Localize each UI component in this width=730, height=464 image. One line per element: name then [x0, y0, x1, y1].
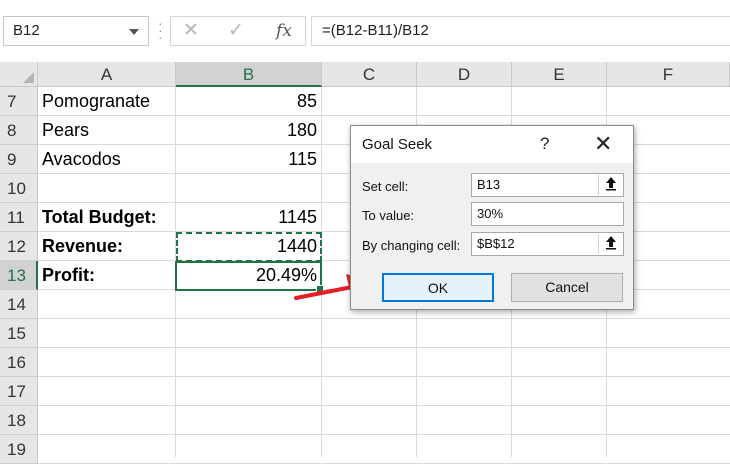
row-header-9[interactable]: 9	[0, 145, 38, 174]
goal-seek-dialog: Goal Seek ? ✕ Set cell: B13 To value: 30…	[350, 125, 634, 310]
cell-a11[interactable]: Total Budget:	[38, 203, 180, 232]
formula-input[interactable]: =(B12-B11)/B12	[311, 16, 730, 46]
cell-b16[interactable]	[176, 348, 322, 377]
name-box-value: B12	[13, 22, 40, 39]
help-icon[interactable]: ?	[540, 134, 549, 154]
to-value-input[interactable]: 30%	[471, 202, 624, 226]
dialog-title: Goal Seek	[362, 136, 433, 153]
cell-a18[interactable]	[38, 406, 180, 435]
row-header-10[interactable]: 10	[0, 174, 38, 203]
to-value-label: To value:	[362, 208, 415, 223]
cell-b19[interactable]	[176, 435, 322, 464]
cell-a15[interactable]	[38, 319, 180, 348]
formula-bar: B12 · · · ✕ ✓ fx =(B12-B11)/B12	[0, 0, 730, 63]
set-cell-collapse-icon[interactable]	[598, 175, 622, 195]
row-header-15[interactable]: 15	[0, 319, 38, 348]
row-header-17[interactable]: 17	[0, 377, 38, 406]
column-header-c[interactable]: C	[322, 62, 417, 87]
cell-b9[interactable]: 115	[176, 145, 322, 174]
row-header-16[interactable]: 16	[0, 348, 38, 377]
cell-a14[interactable]	[38, 290, 180, 319]
cell-a8[interactable]: Pears	[38, 116, 180, 145]
cell-b15[interactable]	[176, 319, 322, 348]
cell-a10[interactable]	[38, 174, 180, 203]
row-header-19[interactable]: 19	[0, 435, 38, 464]
copy-marquee-b12	[176, 232, 322, 262]
changing-cell-value: $B$12	[477, 236, 515, 251]
cell-a9[interactable]: Avacodos	[38, 145, 180, 174]
cell-b8[interactable]: 180	[176, 116, 322, 145]
cell-b10[interactable]	[176, 174, 322, 203]
enter-entry-icon[interactable]: ✓	[221, 19, 251, 43]
close-icon[interactable]: ✕	[594, 131, 612, 157]
row-header-7[interactable]: 7	[0, 87, 38, 116]
column-header-e[interactable]: E	[512, 62, 607, 87]
row-header-13[interactable]: 13	[0, 261, 38, 290]
column-header-d[interactable]: D	[417, 62, 512, 87]
cell-a7[interactable]: Pomogranate	[38, 87, 180, 116]
changing-cell-label: By changing cell:	[362, 238, 461, 253]
name-box-dropdown-icon[interactable]	[129, 29, 139, 35]
formula-buttons: ✕ ✓ fx	[170, 16, 306, 46]
set-cell-value: B13	[477, 177, 501, 192]
row-header-11[interactable]: 11	[0, 203, 38, 232]
cell-b7[interactable]: 85	[176, 87, 322, 116]
changing-cell-collapse-icon[interactable]	[598, 234, 622, 254]
cell-a16[interactable]	[38, 348, 180, 377]
select-all-button[interactable]	[0, 62, 38, 87]
column-header-f[interactable]: F	[607, 62, 730, 87]
cancel-entry-icon[interactable]: ✕	[176, 19, 206, 43]
set-cell-label: Set cell:	[362, 179, 409, 194]
formula-text: =(B12-B11)/B12	[322, 22, 429, 39]
cell-b18[interactable]	[176, 406, 322, 435]
cell-a17[interactable]	[38, 377, 180, 406]
drag-handle-icon[interactable]: · · ·	[158, 16, 163, 44]
to-value-value: 30%	[477, 206, 504, 221]
cell-a12[interactable]: Revenue:	[38, 232, 180, 261]
row-header-8[interactable]: 8	[0, 116, 38, 145]
cell-b17[interactable]	[176, 377, 322, 406]
ok-button[interactable]: OK	[382, 273, 494, 302]
row-header-14[interactable]: 14	[0, 290, 38, 319]
column-header-b[interactable]: B	[176, 62, 322, 87]
cancel-button[interactable]: Cancel	[511, 273, 623, 302]
name-box[interactable]: B12	[3, 16, 149, 46]
insert-function-icon[interactable]: fx	[269, 19, 299, 43]
cell-a19[interactable]	[38, 435, 180, 464]
row-header-12[interactable]: 12	[0, 232, 38, 261]
dialog-titlebar: Goal Seek ? ✕	[351, 126, 633, 163]
cell-a13[interactable]: Profit:	[38, 261, 180, 290]
cell-b11[interactable]: 1145	[176, 203, 322, 232]
row-header-18[interactable]: 18	[0, 406, 38, 435]
column-header-a[interactable]: A	[38, 62, 176, 87]
